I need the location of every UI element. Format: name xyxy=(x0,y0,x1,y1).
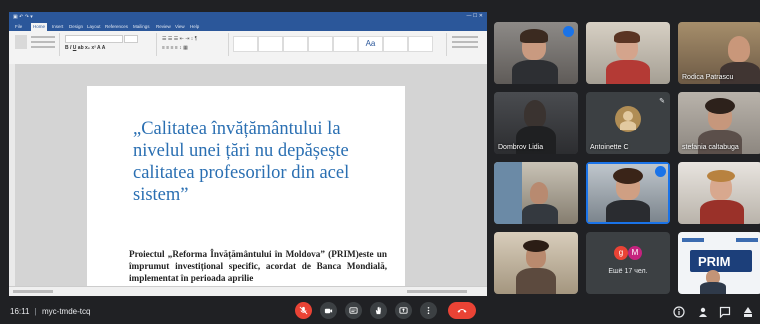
activities-button[interactable] xyxy=(742,305,754,317)
ribbon-tabs: File Home Insert Design Layout Reference… xyxy=(9,22,487,31)
mic-off-icon: ✎ xyxy=(659,98,665,105)
font-group: B I U ab x₂ x² A A xyxy=(61,33,157,56)
participant-tile[interactable]: stefania caltabuga xyxy=(678,92,760,154)
others-tile[interactable]: g M Ешё 17 чел. xyxy=(586,232,670,294)
participant-tile[interactable]: ✎ Antoinette C xyxy=(586,92,670,154)
camera-button[interactable] xyxy=(320,302,337,319)
vertical-ruler xyxy=(9,64,15,286)
ribbon-tab: Help xyxy=(190,24,200,29)
chat-icon xyxy=(719,306,731,319)
ribbon-tab: Insert xyxy=(52,24,64,29)
participant-tile[interactable]: Rodica Patrascu xyxy=(678,22,760,84)
word-titlebar: ▣ ↶ ↷ ▾ — ☐ ✕ xyxy=(9,12,487,22)
participant-tile[interactable] xyxy=(586,22,670,84)
participant-tile[interactable]: PRIM xyxy=(678,232,760,294)
leave-call-button[interactable] xyxy=(448,302,476,319)
word-status-bar xyxy=(9,286,487,296)
avatar xyxy=(615,106,641,132)
ribbon-tab: View xyxy=(175,24,185,29)
participant-tile[interactable] xyxy=(494,162,578,224)
present-icon xyxy=(399,307,408,314)
meeting-info: 16:11 | myc-tmde-tcq xyxy=(10,307,91,316)
meeting-code: myc-tmde-tcq xyxy=(41,307,91,316)
participant-tile[interactable] xyxy=(678,162,760,224)
more-options-button[interactable] xyxy=(420,302,437,319)
participant-tile[interactable] xyxy=(494,22,578,84)
raise-hand-button[interactable] xyxy=(370,302,387,319)
participant-name: Rodica Patrascu xyxy=(682,74,734,81)
participant-name: Dombrov Lidia xyxy=(498,144,544,151)
chat-button[interactable] xyxy=(719,305,731,319)
meeting-time: 16:11 xyxy=(10,307,30,316)
ribbon-tab: Mailings xyxy=(133,24,150,29)
shared-screen: ▣ ↶ ↷ ▾ — ☐ ✕ File Home Insert Design La… xyxy=(9,12,487,296)
ribbon-tab: Layout xyxy=(87,24,101,29)
paragraph-group: ☰ ☰ ☰ ⇤ ⇥ ↕ ¶ ≡ ≡ ≡ ≡ ↕ ▦ xyxy=(158,33,229,56)
participant-name: stefania caltabuga xyxy=(682,144,739,151)
quote-text: „Calitatea învățământului la nivelul une… xyxy=(133,119,350,205)
window-controls: — ☐ ✕ xyxy=(466,13,483,19)
present-button[interactable] xyxy=(395,302,412,319)
document-page: „Calitatea învățământului la nivelul une… xyxy=(87,86,405,296)
people-button[interactable] xyxy=(697,305,709,317)
other-avatar-1: g xyxy=(614,246,628,260)
participant-tile[interactable] xyxy=(586,162,670,224)
paragraph-text: Proiectul „Reforma Învățământului în Mol… xyxy=(129,249,387,283)
mic-off-icon xyxy=(299,306,308,315)
more-vert-icon xyxy=(427,306,430,315)
captions-button[interactable] xyxy=(345,302,362,319)
info-icon xyxy=(673,306,685,318)
participant-name: Antoinette C xyxy=(590,144,629,151)
camera-icon xyxy=(324,308,333,314)
quick-access-icons: ▣ ↶ ↷ ▾ xyxy=(13,14,33,20)
speaking-indicator-icon xyxy=(563,26,574,37)
meeting-details-button[interactable] xyxy=(673,305,685,318)
other-avatar-2: M xyxy=(628,246,642,260)
ribbon-tab: Design xyxy=(69,24,84,29)
ribbon: B I U ab x₂ x² A A ☰ ☰ ☰ ⇤ ⇥ ↕ ¶ ≡ ≡ ≡ ≡… xyxy=(9,31,487,65)
clipboard-group xyxy=(11,33,60,56)
microphone-off-button[interactable] xyxy=(295,302,312,319)
ribbon-tab: References xyxy=(105,24,129,29)
captions-icon xyxy=(349,307,358,314)
others-count-label: Ешё 17 чел. xyxy=(608,268,648,275)
people-icon xyxy=(699,307,707,317)
ribbon-tab: File xyxy=(15,24,23,29)
editing-group xyxy=(448,33,484,56)
participant-tile[interactable]: Dombrov Lidia xyxy=(494,92,578,154)
activities-icon xyxy=(744,307,752,317)
speaking-indicator-icon xyxy=(655,166,666,177)
hang-up-icon xyxy=(457,309,467,313)
ribbon-tab: Review xyxy=(156,24,171,29)
hand-icon xyxy=(375,306,381,315)
ribbon-tab-home: Home xyxy=(31,23,48,31)
participant-tile[interactable] xyxy=(494,232,578,294)
styles-group: Aa xyxy=(230,33,447,56)
